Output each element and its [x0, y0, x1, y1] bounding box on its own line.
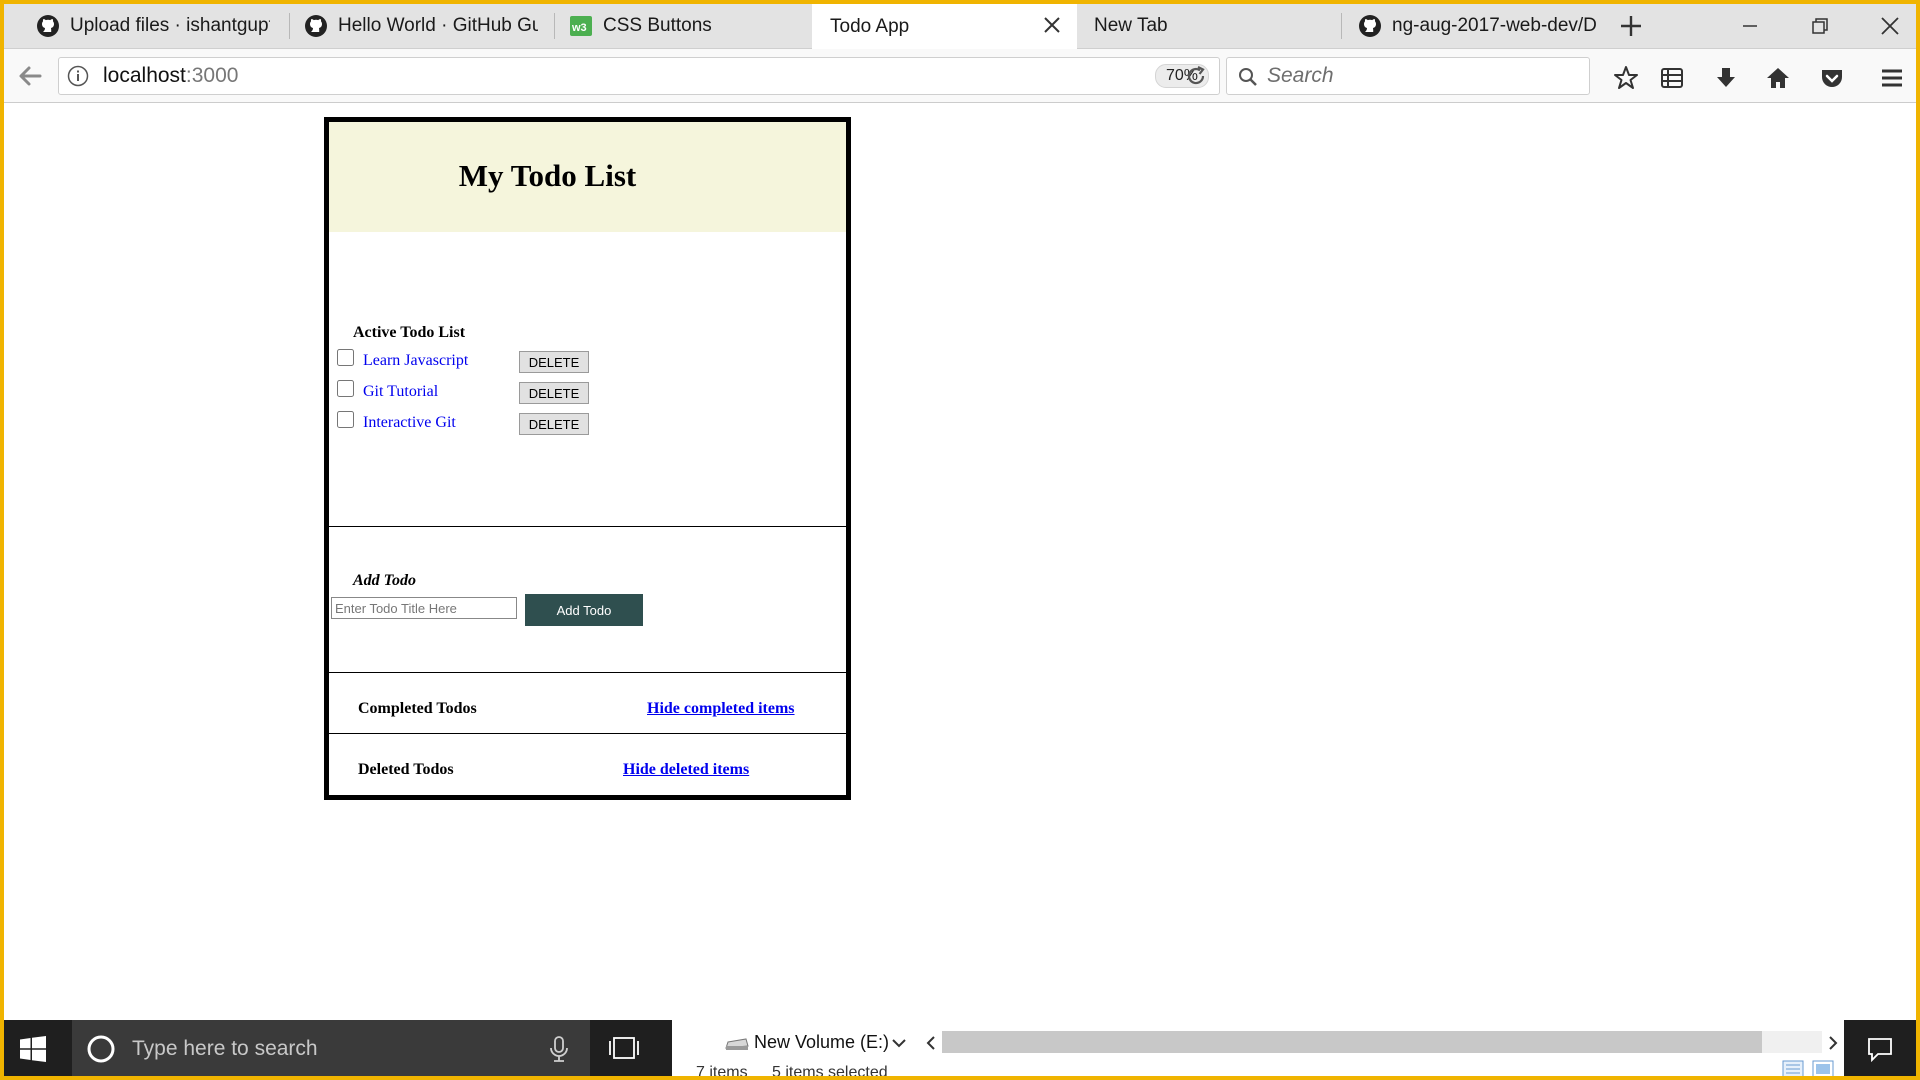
home-icon[interactable]: [1764, 64, 1792, 92]
tab-ng-aug[interactable]: ng-aug-2017-web-dev/D: [1342, 4, 1604, 48]
todo-app-container: My Todo List Active Todo List Learn Java…: [324, 117, 851, 800]
scrollbar-thumb[interactable]: [942, 1031, 1762, 1053]
todo-checkbox[interactable]: [337, 349, 354, 366]
hide-completed-link[interactable]: Hide completed items: [647, 700, 795, 718]
todo-title-input[interactable]: [331, 597, 517, 619]
github-icon: [304, 14, 328, 38]
tab-todo-app[interactable]: Todo App: [812, 4, 1077, 49]
explorer-location: New Volume (E:): [754, 1032, 890, 1052]
tab-title: ng-aug-2017-web-dev/D: [1392, 15, 1597, 36]
taskbar-search-input[interactable]: [130, 1032, 534, 1066]
navigation-toolbar: localhost:3000 70%: [4, 49, 1916, 103]
url-host: localhost: [103, 64, 186, 87]
windows-start-icon[interactable]: [20, 1036, 46, 1062]
search-icon: [1237, 66, 1259, 88]
cortana-icon: [86, 1034, 116, 1064]
w3schools-icon: w3: [569, 14, 593, 38]
todo-title[interactable]: Git Tutorial: [363, 383, 438, 401]
bookmark-star-icon[interactable]: [1612, 64, 1640, 92]
url-port: :3000: [185, 64, 239, 87]
tab-upload-files[interactable]: Upload files · ishantgupta: [4, 4, 290, 48]
status-selected-count: 5 items selected: [772, 1064, 888, 1076]
section-divider: [329, 733, 846, 734]
todo-checkbox[interactable]: [337, 380, 354, 397]
browser-window: Upload files · ishantgupta Hello World ·…: [4, 4, 1916, 1076]
tab-title: Upload files · ishantgupta: [70, 15, 270, 36]
address-bar[interactable]: localhost:3000 70%: [58, 57, 1220, 95]
completed-todos-heading: Completed Todos: [358, 700, 477, 717]
todo-checkbox[interactable]: [337, 411, 354, 428]
library-icon[interactable]: [1658, 64, 1686, 92]
add-todo-heading: Add Todo: [353, 572, 416, 589]
todo-item: Interactive Git DELETE: [337, 411, 697, 437]
page-viewport: My Todo List Active Todo List Learn Java…: [4, 103, 1916, 1020]
drive-icon: [724, 1036, 750, 1052]
new-tab-plus-icon[interactable]: [1616, 11, 1646, 41]
section-divider: [329, 526, 846, 527]
search-input[interactable]: [1265, 60, 1569, 92]
tab-title: CSS Buttons: [603, 15, 712, 36]
taskbar-search-box[interactable]: [72, 1020, 590, 1076]
file-explorer-window: New Volume (E:) 7 items 5 items selected: [672, 1020, 1844, 1076]
hamburger-menu-icon[interactable]: [1878, 64, 1906, 92]
reload-icon[interactable]: [1184, 64, 1208, 88]
horizontal-scrollbar[interactable]: [942, 1031, 1822, 1053]
tab-strip: Upload files · ishantgupta Hello World ·…: [4, 4, 1916, 49]
todo-title[interactable]: Interactive Git: [363, 414, 456, 432]
tab-css-buttons[interactable]: w3 CSS Buttons: [555, 4, 812, 48]
scroll-right-icon[interactable]: [1824, 1034, 1842, 1052]
app-header: My Todo List: [329, 122, 846, 232]
add-todo-button[interactable]: Add Todo: [525, 594, 643, 626]
status-item-count: 7 items: [696, 1064, 748, 1076]
site-info-icon[interactable]: [67, 65, 89, 87]
tab-hello-world[interactable]: Hello World · GitHub Guides: [290, 4, 555, 48]
todo-item: Git Tutorial DELETE: [337, 380, 697, 406]
active-todo-heading: Active Todo List: [353, 324, 466, 341]
tab-new-tab[interactable]: New Tab: [1077, 4, 1342, 48]
windows-taskbar: New Volume (E:) 7 items 5 items selected: [4, 1020, 1916, 1076]
delete-button[interactable]: DELETE: [519, 382, 589, 404]
details-view-icon[interactable]: [1782, 1060, 1804, 1076]
hide-deleted-link[interactable]: Hide deleted items: [623, 761, 749, 779]
github-icon: [36, 14, 60, 38]
download-icon[interactable]: [1712, 64, 1740, 92]
scroll-left-icon[interactable]: [922, 1034, 940, 1052]
task-view-icon[interactable]: [608, 1036, 640, 1060]
tab-title: Hello World · GitHub Guides: [338, 15, 538, 36]
url-text[interactable]: localhost:3000: [103, 64, 238, 88]
pocket-icon[interactable]: [1818, 64, 1846, 92]
search-bar[interactable]: [1226, 57, 1590, 95]
microphone-icon[interactable]: [548, 1036, 570, 1062]
deleted-todos-heading: Deleted Todos: [358, 761, 454, 778]
todo-title[interactable]: Learn Javascript: [363, 352, 468, 370]
chevron-down-icon[interactable]: [888, 1032, 910, 1054]
tab-title: New Tab: [1094, 15, 1168, 36]
delete-button[interactable]: DELETE: [519, 413, 589, 435]
page-title: My Todo List: [458, 158, 637, 193]
svg-text:w3: w3: [571, 22, 587, 34]
github-icon: [1358, 14, 1382, 38]
back-arrow-icon[interactable]: [14, 60, 46, 92]
close-window-icon[interactable]: [1876, 12, 1904, 40]
delete-button[interactable]: DELETE: [519, 351, 589, 373]
todo-item: Learn Javascript DELETE: [337, 349, 697, 375]
large-icons-view-icon[interactable]: [1812, 1060, 1834, 1076]
restore-icon[interactable]: [1806, 12, 1834, 40]
tab-title: Todo App: [830, 15, 910, 37]
section-divider: [329, 672, 846, 673]
action-center-icon[interactable]: [1866, 1036, 1894, 1063]
minimize-icon[interactable]: [1736, 12, 1764, 40]
close-tab-icon[interactable]: [1041, 14, 1063, 36]
